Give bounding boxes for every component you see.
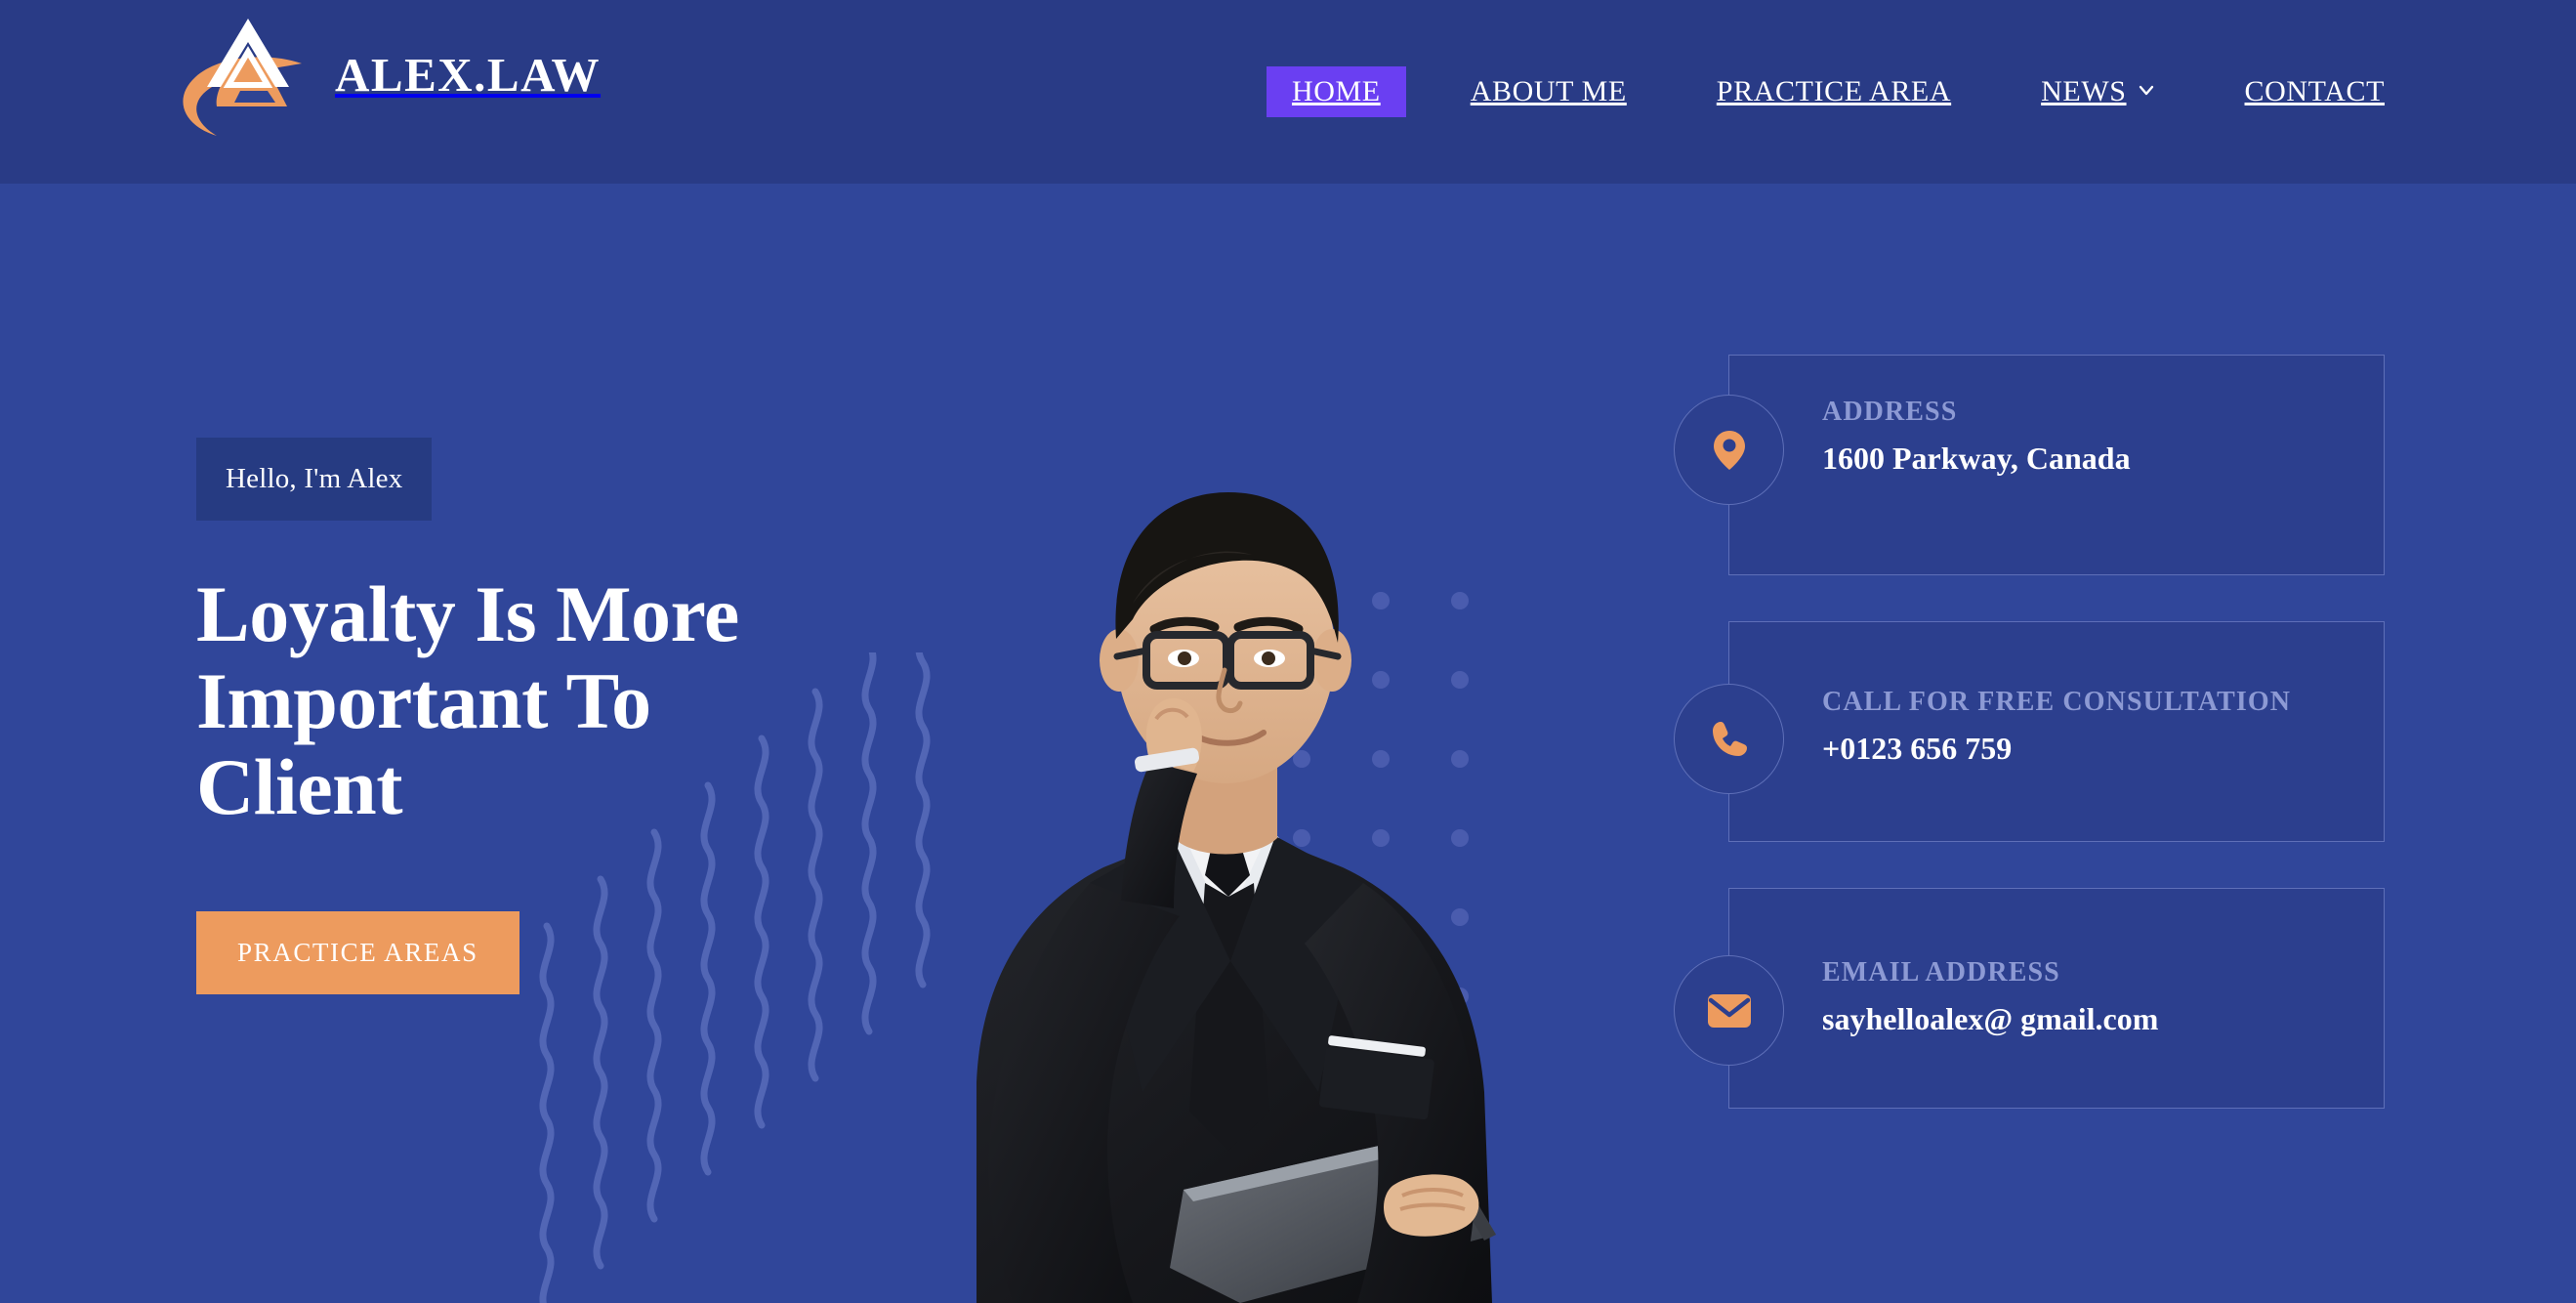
contact-card-phone-value: +0123 656 759 — [1822, 731, 2013, 766]
nav-item-practice-area[interactable]: PRACTICE AREA — [1691, 66, 1976, 117]
hero-title: Loyalty Is More Important To Client — [196, 569, 739, 832]
contact-card-email-text: EMAIL ADDRESS sayhelloalex@ gmail.com — [1822, 957, 2369, 1036]
page-root: ALEX.LAW HOME ABOUT ME PRACTICE AREA NEW… — [0, 0, 2576, 1303]
contact-card-address-label: ADDRESS — [1822, 397, 1958, 427]
location-pin-icon — [1674, 395, 1784, 505]
chevron-down-icon — [2138, 81, 2155, 99]
brand-logo-link[interactable]: ALEX.LAW — [174, 18, 602, 136]
contact-card-email-value: sayhelloalex@ gmail.com — [1822, 1001, 2159, 1036]
contact-card-address-text: ADDRESS 1600 Parkway, Canada — [1822, 397, 2369, 476]
contact-card-phone-text: CALL FOR FREE CONSULTATION +0123 656 759 — [1822, 687, 2369, 766]
hero-greeting-badge: Hello, I'm Alex — [196, 438, 433, 521]
envelope-icon — [1674, 955, 1784, 1066]
hero-section: Hello, I'm Alex Loyalty Is More Importan… — [0, 184, 2576, 1303]
nav-item-home[interactable]: HOME — [1266, 66, 1406, 117]
contact-cards: ADDRESS 1600 Parkway, Canada CALL FOR FR… — [1674, 355, 2392, 1155]
contact-card-phone-label: CALL FOR FREE CONSULTATION — [1822, 687, 2292, 717]
practice-areas-button[interactable]: PRACTICE AREAS — [196, 910, 519, 994]
contact-card-phone[interactable]: CALL FOR FREE CONSULTATION +0123 656 759 — [1674, 621, 2385, 842]
contact-card-email-label: EMAIL ADDRESS — [1822, 957, 2060, 988]
contact-card-email[interactable]: EMAIL ADDRESS sayhelloalex@ gmail.com — [1674, 888, 2385, 1109]
contact-card-address[interactable]: ADDRESS 1600 Parkway, Canada — [1674, 355, 2385, 575]
nav-item-news-label: NEWS — [2041, 75, 2127, 107]
nav-item-about-me-label: ABOUT ME — [1470, 75, 1627, 107]
main-navigation: HOME ABOUT ME PRACTICE AREA NEWS CONTACT — [1247, 0, 2430, 184]
nav-item-news[interactable]: NEWS — [2015, 66, 2180, 117]
contact-card-address-value: 1600 Parkway, Canada — [1822, 441, 2131, 476]
nav-item-about-me[interactable]: ABOUT ME — [1445, 66, 1652, 117]
brand-name: ALEX.LAW — [335, 47, 602, 102]
nav-item-home-label: HOME — [1291, 75, 1381, 107]
site-header: ALEX.LAW HOME ABOUT ME PRACTICE AREA NEW… — [0, 0, 2576, 184]
phone-icon — [1674, 684, 1784, 794]
nav-item-contact[interactable]: CONTACT — [2220, 66, 2410, 117]
nav-item-contact-label: CONTACT — [2244, 75, 2385, 107]
nav-item-practice-area-label: PRACTICE AREA — [1716, 75, 1952, 107]
alex-law-swoosh-logo-icon — [174, 13, 315, 140]
hero-copy: Hello, I'm Alex Loyalty Is More Importan… — [196, 438, 938, 994]
